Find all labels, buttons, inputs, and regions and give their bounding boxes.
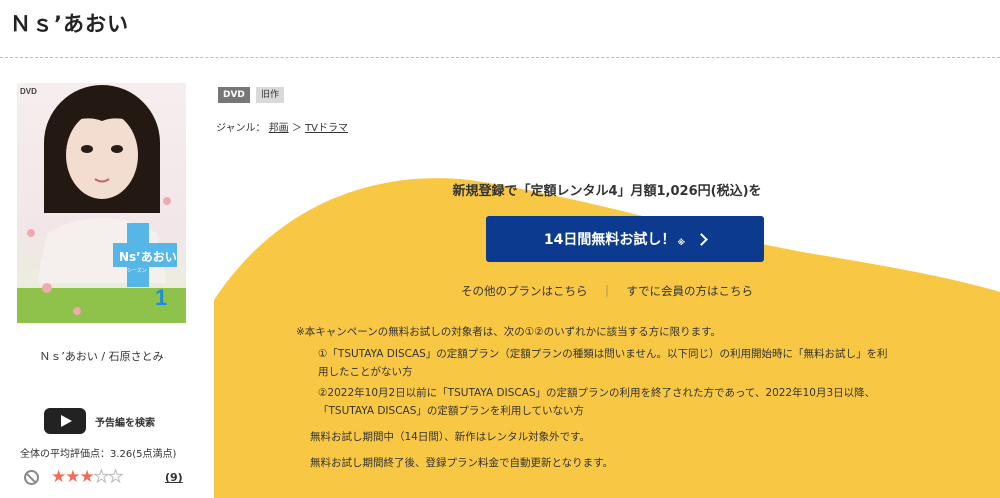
- average-rating: 全体の平均評価点：3.26(5点満点): [20, 445, 176, 460]
- notes-auto-renew: 無料お試し期間終了後、登録プラン料金で自動更新となります。: [310, 457, 614, 469]
- play-icon: [44, 408, 86, 434]
- star-icon[interactable]: ★: [107, 467, 123, 488]
- cover-logo-sub: シーズン: [127, 267, 147, 274]
- free-trial-note-mark: ※: [677, 237, 686, 247]
- notes-condition-2: ②2022年10月2日以前に「TSUTAYA DISCAS」の定額プランの利用を…: [296, 384, 986, 420]
- star-icon[interactable]: ★: [93, 467, 109, 488]
- genre-label: ジャンル：: [216, 123, 266, 134]
- plan-links: その他のプランはこちら ｜ すでに会員の方はこちら: [214, 283, 1000, 299]
- chevron-right-icon: [695, 232, 708, 246]
- cover-volume: 1: [155, 285, 167, 310]
- notes-condition-1: ①「TSUTAYA DISCAS」の定額プラン（定額プランの種類は問いません。以…: [296, 345, 986, 381]
- format-badge: DVD: [218, 87, 250, 103]
- rating-row: ★★★★★ (9): [24, 467, 194, 488]
- promo-headline: 新規登録で「定額レンタル4」月額1,026円(税込)を: [452, 184, 762, 199]
- not-interested-icon[interactable]: [24, 470, 39, 485]
- review-count-link[interactable]: (9): [165, 471, 183, 484]
- star-icon[interactable]: ★: [51, 467, 66, 487]
- notes-condition-2-line1: ②2022年10月2日以前に「TSUTAYA DISCAS」の定額プランの利用を…: [318, 387, 876, 399]
- average-rating-value: 3.26(5点満点): [110, 449, 177, 460]
- member-login-link[interactable]: すでに会員の方はこちら: [626, 284, 753, 298]
- divider: [0, 57, 1000, 58]
- release-badge: 旧作: [256, 87, 285, 103]
- genre-link-tvdrama[interactable]: TVドラマ: [305, 123, 348, 134]
- item-caption: Ｎｓ’あおい / 石原さとみ: [39, 350, 164, 363]
- cover-logo-text: Ns’あおい: [119, 250, 177, 264]
- page-title: Ｎｓ’あおい: [10, 12, 129, 36]
- other-plans-link[interactable]: その他のプランはこちら: [461, 284, 588, 298]
- dvd-mark: DVD: [20, 87, 37, 96]
- average-rating-label: 全体の平均評価点：: [20, 449, 110, 460]
- genre-separator: ＞: [291, 123, 302, 134]
- genre-link-hoga[interactable]: 邦画: [269, 123, 289, 134]
- link-separator: ｜: [601, 284, 613, 298]
- notes-trial-period: 無料お試し期間中（14日間）、新作はレンタル対象外です。: [310, 431, 591, 443]
- genre-breadcrumb: ジャンル： 邦画 ＞ TVドラマ: [216, 119, 348, 134]
- trailer-search-button[interactable]: 予告編を検索: [44, 408, 155, 434]
- free-trial-label: 14日間無料お試し！: [543, 232, 676, 248]
- trailer-search-label: 予告編を検索: [95, 417, 155, 429]
- notes-condition-1-line2: 用したことがない方: [318, 366, 413, 378]
- free-trial-button[interactable]: 14日間無料お試し！ ※: [486, 216, 764, 262]
- star-rating[interactable]: ★★★★★: [51, 467, 124, 488]
- notes-condition-1-line1: ①「TSUTAYA DISCAS」の定額プラン（定額プランの種類は問いません。以…: [318, 348, 888, 360]
- star-icon[interactable]: ★: [80, 467, 95, 487]
- star-icon[interactable]: ★: [65, 467, 80, 487]
- cover-image[interactable]: DVD Ns’あおい シーズン 1: [17, 83, 186, 323]
- notes-condition-2-line2: 「TSUTAYA DISCAS」の定額プランを利用していない方: [318, 405, 585, 417]
- notes-main: ※本キャンペーンの無料お試しの対象者は、次の①②のいずれかに該当する方に限ります…: [296, 326, 722, 338]
- campaign-notes: ※本キャンペーンの無料お試しの対象者は、次の①②のいずれかに該当する方に限ります…: [296, 323, 986, 472]
